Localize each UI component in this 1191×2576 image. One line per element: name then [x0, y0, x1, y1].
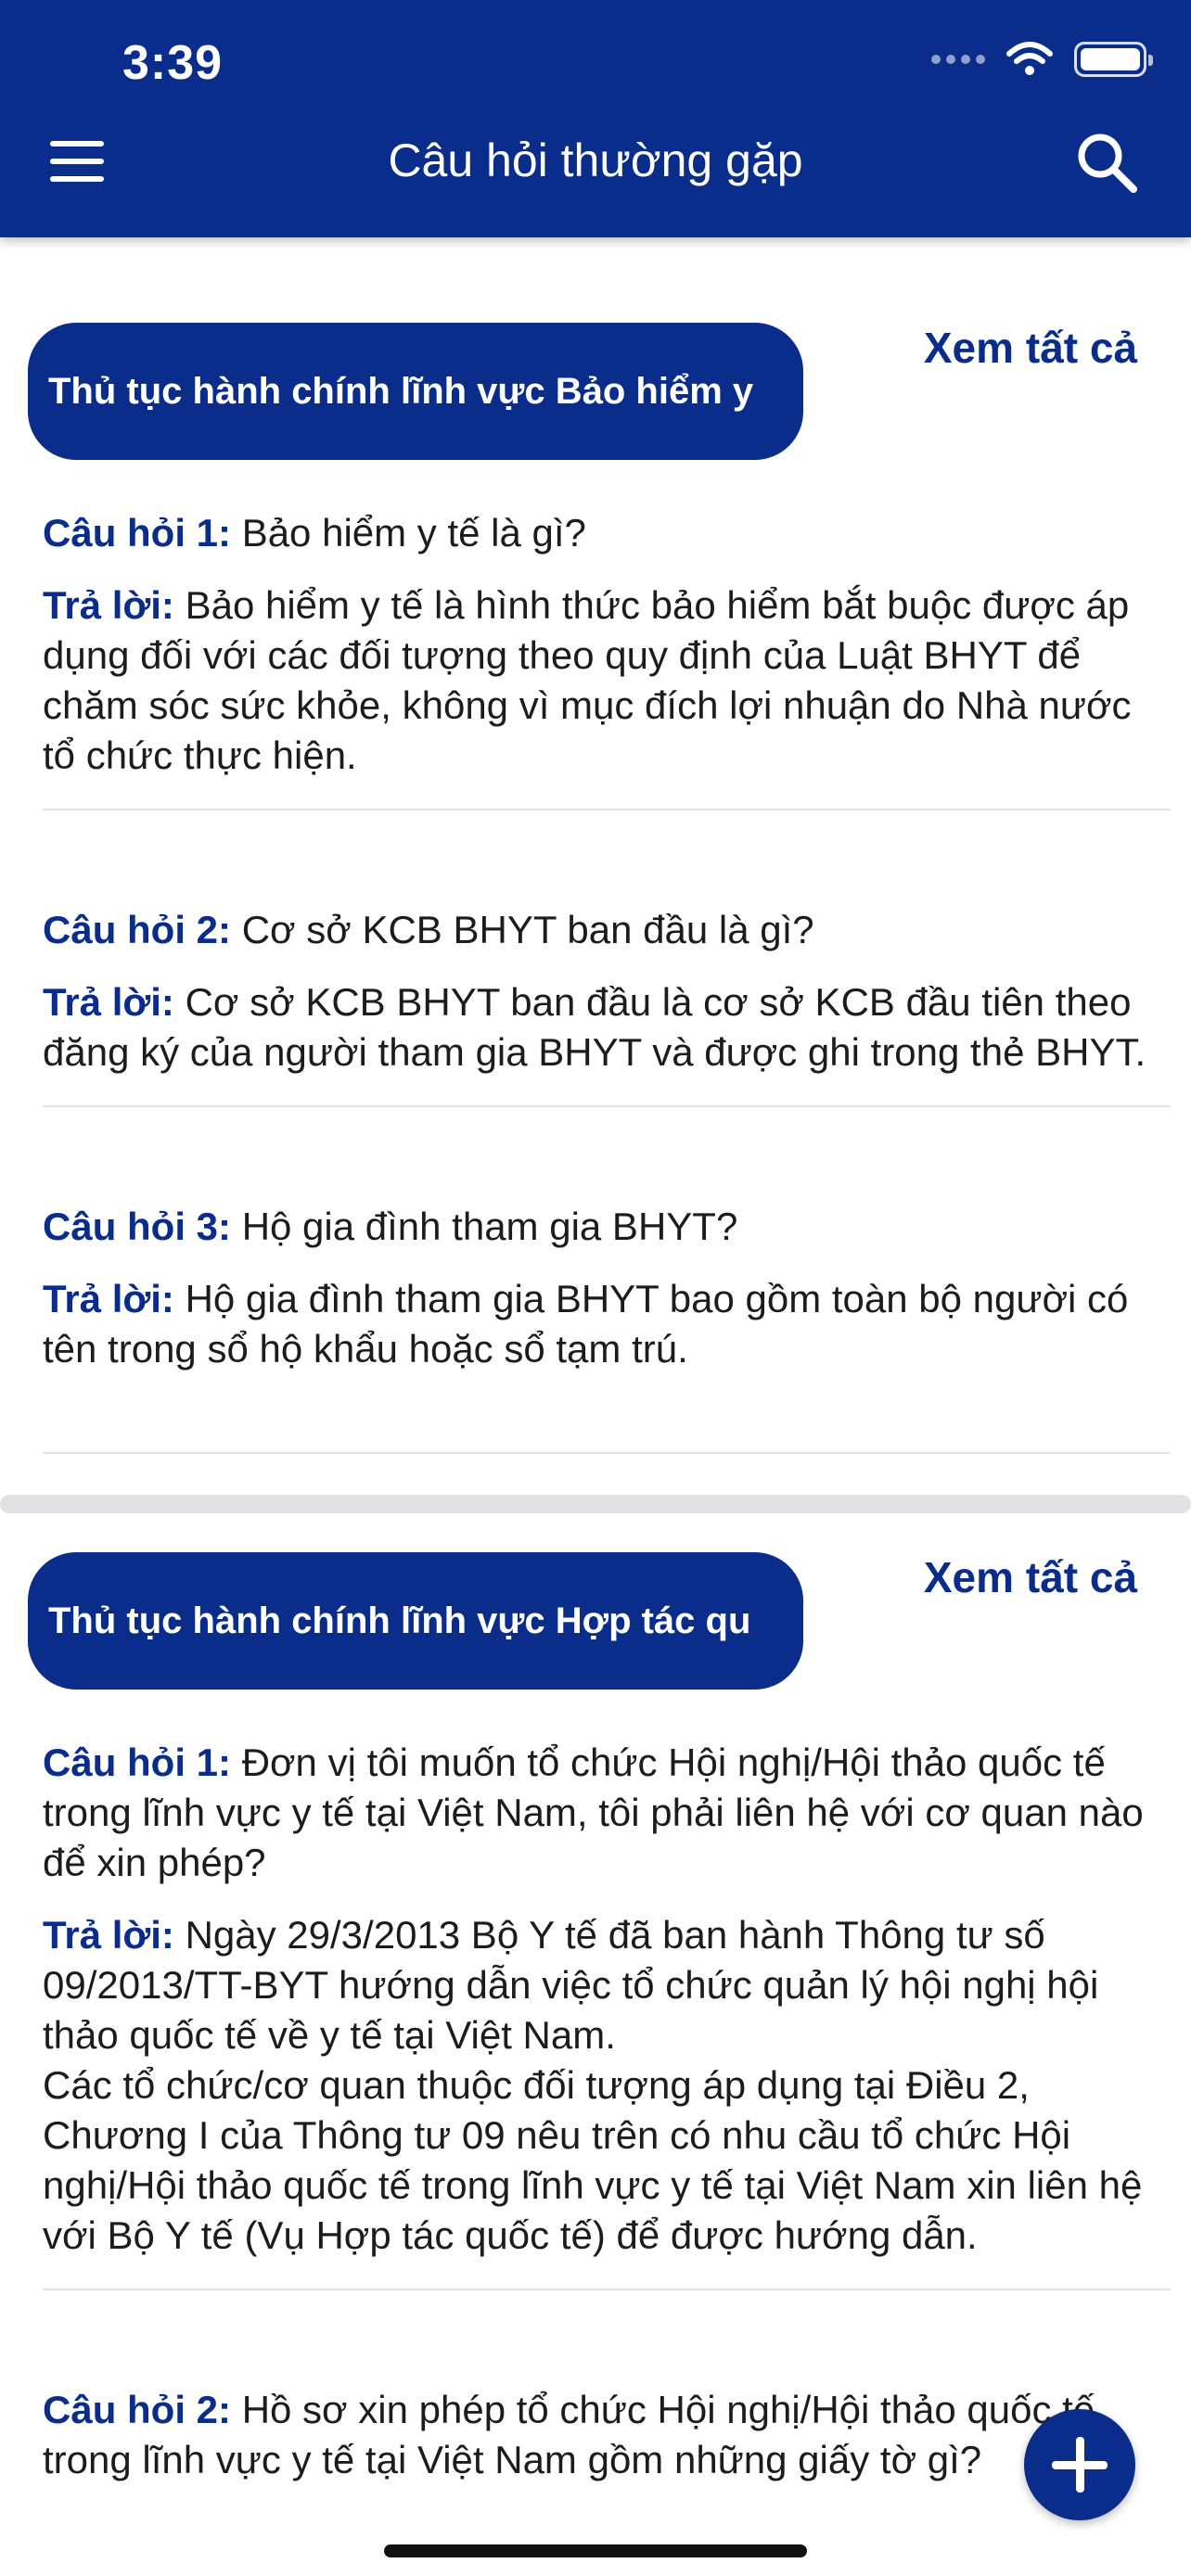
faq-answer: Trả lời: Hộ gia đình tham gia BHYT bao g…: [43, 1274, 1171, 1374]
faq-item[interactable]: Câu hỏi 2: Hồ sơ xin phép tổ chức Hội ng…: [43, 2290, 1171, 2535]
page-title: Câu hỏi thường gặp: [388, 134, 803, 186]
home-indicator: [384, 2544, 807, 2557]
faq-answer: Trả lời: Bảo hiểm y tế là hình thức bảo …: [43, 580, 1171, 781]
question-label: Câu hỏi 2:: [43, 908, 232, 951]
see-all-link[interactable]: Xem tất cả: [924, 1552, 1137, 1602]
faq-question: Câu hỏi 2: Cơ sở KCB BHYT ban đầu là gì?: [43, 905, 1171, 955]
answer-text: Bảo hiểm y tế là hình thức bảo hiểm bắt …: [43, 583, 1132, 777]
question-text: Bảo hiểm y tế là gì?: [241, 511, 586, 555]
faq-question: Câu hỏi 2: Hồ sơ xin phép tổ chức Hội ng…: [43, 2385, 1171, 2485]
status-indicators: [931, 41, 1153, 78]
top-app-bar: 3:39 Câu hỏi thường gặp: [0, 0, 1191, 237]
answer-label: Trả lời:: [43, 980, 174, 1024]
wifi-icon: [1006, 42, 1053, 75]
answer-text: Ngày 29/3/2013 Bộ Y tế đã ban hành Thông…: [43, 1913, 1099, 2057]
answer-text: Cơ sở KCB BHYT ban đầu là cơ sở KCB đầu …: [43, 980, 1146, 1074]
cellular-signal-icon: [931, 55, 985, 64]
answer-label: Trả lời:: [43, 583, 174, 627]
faq-item[interactable]: Câu hỏi 2: Cơ sở KCB BHYT ban đầu là gì?…: [43, 810, 1171, 1107]
faq-question: Câu hỏi 1: Đơn vị tôi muốn tổ chức Hội n…: [43, 1738, 1171, 1888]
faq-section: Thủ tục hành chính lĩnh vực Hợp tác qu X…: [0, 1467, 1191, 2535]
faq-answer: Trả lời: Cơ sở KCB BHYT ban đầu là cơ sở…: [43, 977, 1171, 1078]
faq-question: Câu hỏi 3: Hộ gia đình tham gia BHYT?: [43, 1202, 1171, 1252]
faq-answer: Trả lời: Ngày 29/3/2013 Bộ Y tế đã ban h…: [43, 1910, 1171, 2261]
section-header: Thủ tục hành chính lĩnh vực Hợp tác qu X…: [28, 1467, 1171, 1690]
question-label: Câu hỏi 1:: [43, 1741, 232, 1784]
faq-item[interactable]: Câu hỏi 3: Hộ gia đình tham gia BHYT? Tr…: [43, 1107, 1171, 1454]
status-time: 3:39: [122, 36, 224, 90]
see-all-link[interactable]: Xem tất cả: [924, 323, 1137, 373]
battery-icon: [1074, 42, 1153, 77]
answer-label: Trả lời:: [43, 1277, 174, 1320]
question-label: Câu hỏi 1:: [43, 511, 232, 555]
answer-label: Trả lời:: [43, 1913, 174, 1957]
search-icon[interactable]: [1072, 128, 1143, 198]
answer-text-continued: Các tổ chức/cơ quan thuộc đối tượng áp d…: [43, 2063, 1143, 2257]
question-text: Cơ sở KCB BHYT ban đầu là gì?: [241, 908, 814, 951]
question-label: Câu hỏi 3:: [43, 1205, 232, 1248]
section-header: Thủ tục hành chính lĩnh vực Bảo hiểm y X…: [28, 237, 1171, 460]
faq-section: Thủ tục hành chính lĩnh vực Bảo hiểm y X…: [0, 237, 1191, 1454]
answer-text: Hộ gia đình tham gia BHYT bao gồm toàn b…: [43, 1277, 1129, 1371]
faq-item[interactable]: Câu hỏi 1: Đơn vị tôi muốn tổ chức Hội n…: [43, 1690, 1171, 2290]
question-label: Câu hỏi 2:: [43, 2388, 232, 2431]
faq-content: Thủ tục hành chính lĩnh vực Bảo hiểm y X…: [0, 237, 1191, 2535]
faq-item[interactable]: Câu hỏi 1: Bảo hiểm y tế là gì? Trả lời:…: [43, 460, 1171, 810]
add-floating-button[interactable]: [1024, 2409, 1135, 2520]
faq-question: Câu hỏi 1: Bảo hiểm y tế là gì?: [43, 508, 1171, 558]
category-chip[interactable]: Thủ tục hành chính lĩnh vực Hợp tác qu: [28, 1552, 803, 1690]
question-text: Hộ gia đình tham gia BHYT?: [241, 1205, 738, 1248]
category-chip[interactable]: Thủ tục hành chính lĩnh vực Bảo hiểm y: [28, 323, 803, 460]
